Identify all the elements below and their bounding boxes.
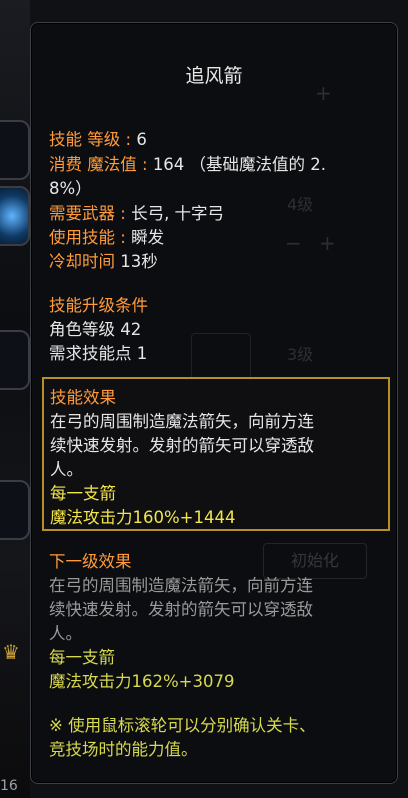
skill-tooltip: + 4级 − + 3级 初始化 追风箭 技能 等级 : 6 消费 魔法值 : 1… (30, 22, 398, 784)
next-per-arrow: 每一支箭 (49, 648, 115, 667)
upgrade-skill-points: 需求技能点 1 (49, 344, 148, 363)
upgrade-char-level: 角色等级 42 (49, 320, 142, 339)
skill-slot (0, 330, 30, 390)
skill-level-label: 技能 等级 (49, 130, 121, 149)
skill-level-row: 技能 等级 : 6 (49, 130, 147, 149)
weapon-value: 长弓, 十字弓 (131, 204, 225, 223)
plus-icon: + (319, 231, 336, 255)
mp-cost-row: 消费 魔法值 : 164 （基础魔法值的 2. (49, 155, 327, 174)
background-skill-bar: ♛ 16 (0, 0, 30, 798)
scroll-hint-cont: 竞技场时的能力值。 (49, 740, 198, 759)
cooldown-row: 冷却时间 13秒 (49, 251, 158, 273)
cast-row: 使用技能 : 瞬发 (49, 228, 165, 247)
skill-slot-active (0, 186, 30, 246)
scroll-hint: ※ 使用鼠标滚轮可以分别确认关卡、 (49, 716, 316, 735)
skill-slot (0, 120, 30, 180)
current-effect-desc: 续快速发射。发射的箭矢可以穿透敌 (50, 436, 314, 455)
current-effect-desc: 在弓的周围制造魔法箭矢，向前方连 (50, 412, 314, 431)
current-damage: 魔法攻击力160%+1444 (50, 508, 236, 527)
mp-cost-value-cont: 8%） (49, 179, 92, 198)
minus-icon: − (285, 231, 302, 255)
cast-value: 瞬发 (131, 228, 165, 247)
skill-slot (0, 480, 30, 540)
cast-label: 使用技能 (49, 228, 115, 247)
next-effect-desc: 续快速发射。发射的箭矢可以穿透敌 (49, 600, 313, 619)
current-per-arrow: 每一支箭 (50, 484, 116, 503)
skill-title: 追风箭 (185, 65, 243, 87)
current-effect-header: 技能效果 (50, 388, 116, 407)
weapon-label: 需要武器 (49, 204, 115, 223)
weapon-row: 需要武器 : 长弓, 十字弓 (49, 204, 225, 223)
reset-button: 初始化 (263, 543, 367, 579)
next-effect-desc: 在弓的周围制造魔法箭矢，向前方连 (49, 576, 313, 595)
skill-level-value: 6 (136, 130, 147, 149)
mp-cost-label: 消费 魔法值 (49, 155, 137, 174)
current-effect-box: 技能效果 在弓的周围制造魔法箭矢，向前方连 续快速发射。发射的箭矢可以穿透敌 人… (42, 377, 390, 531)
background-level-label: 3级 (287, 345, 314, 364)
mp-cost-value: 164 （基础魔法值的 2. (152, 155, 327, 174)
cooldown-value: 13秒 (120, 252, 158, 271)
upgrade-header: 技能升级条件 (49, 296, 148, 315)
next-damage: 魔法攻击力162%+3079 (49, 672, 235, 691)
next-effect-header: 下一级效果 (49, 552, 132, 571)
cooldown-label: 冷却时间 (49, 252, 115, 271)
background-level-label: 4级 (287, 195, 314, 214)
next-effect-desc: 人。 (49, 624, 82, 643)
current-effect-desc: 人。 (50, 460, 83, 479)
crown-icon: ♛ (2, 640, 20, 664)
background-number: 16 (0, 778, 18, 794)
